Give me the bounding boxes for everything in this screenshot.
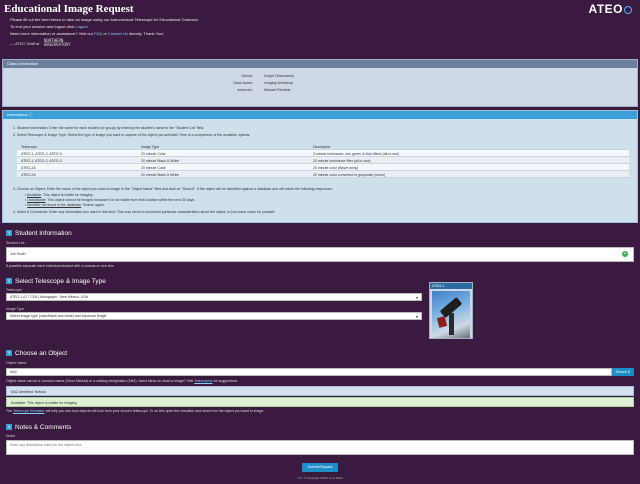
table-header-row: Telescope Image Type Description — [17, 143, 629, 150]
contact-link[interactable]: Contact Us — [108, 31, 128, 36]
telescope-select[interactable]: ATEO-1 (0.7 CDK) Astrograph - New Mexico… — [6, 293, 422, 301]
logo-ring-icon — [624, 5, 632, 14]
page-title: Educational Image Request — [4, 3, 134, 15]
faq-link[interactable]: FAQ — [94, 31, 102, 36]
bullet-unavailable: • Unavailable: This object cannot be ima… — [25, 198, 196, 202]
object-hint: Object name can be a common name (Orion … — [6, 379, 239, 383]
object-name-input[interactable]: M42 — [6, 368, 612, 376]
instructions-panel: Instructions ⓘ 1. Student Information: E… — [2, 110, 638, 223]
thumbnail-title: ATEO-1 — [430, 283, 472, 289]
student-hint: If possible separate each individual stu… — [6, 264, 115, 268]
class-info-panel: Class Information School: Knight Observat… — [2, 59, 638, 107]
logout-link[interactable]: Logout — [75, 24, 87, 29]
footer: f ✆ © Copyright ATEO, LLC 2024 — [0, 476, 640, 480]
add-student-button[interactable]: + — [622, 251, 628, 257]
brand-logo: ATEO — [589, 2, 632, 16]
image-type-label: Image Type — [6, 307, 25, 311]
intro-line-2: To end your session and logout click Log… — [10, 24, 89, 29]
table-row: ATEO-2A 20 minute Black & White 20 minute … — [17, 171, 629, 178]
class-info-heading: Class Information — [3, 60, 637, 68]
bullet-not-found: • Identifier not found in the database: … — [25, 203, 105, 207]
instructions-heading: Instructions ⓘ — [3, 111, 637, 119]
intro-line-3: Need more information or assistance? Vis… — [10, 31, 164, 36]
student-list-label: Student List — [6, 241, 25, 245]
observatory-logo: NORTHERN OBSERVATORY — [44, 38, 71, 47]
object-identified-alert: M42 identified: Nebula — [6, 386, 634, 396]
mount-shape — [449, 313, 454, 335]
telescope-label: Telescope — [6, 288, 22, 292]
object-available-alert: Available: This object is visible for im… — [6, 397, 634, 407]
search-icon: ⚲ — [627, 370, 631, 374]
bullet-available: • Available: This object is visible for … — [25, 193, 94, 197]
tent-shape — [436, 316, 448, 328]
student-section-heading: 1 Student Information — [6, 230, 72, 237]
object-name-label: Object Name — [6, 361, 27, 365]
info-icon: ⓘ — [28, 112, 33, 117]
submit-request-button[interactable]: Submit Request — [302, 463, 338, 472]
image-type-select[interactable]: Select image type (color/black and white… — [6, 312, 422, 320]
instruction-step-4: 4. Notes & Comments: Enter any informati… — [13, 210, 276, 214]
social-icons[interactable]: f ✆ — [297, 476, 301, 480]
telescopius-link[interactable]: Telescopius — [194, 379, 212, 383]
instruction-step-1: 1. Student Information: Enter the name f… — [13, 126, 205, 130]
instruction-step-3: 3. Choose an Object: Enter the name of t… — [13, 187, 333, 191]
student-list-input[interactable]: Joe Smith — [6, 247, 634, 262]
table-row: ATEO-1, ATEO-2, ATEO-3 20 minute Color 3 m… — [17, 150, 629, 157]
notes-label: Notes — [6, 434, 16, 438]
notes-textarea[interactable] — [6, 440, 634, 455]
intro-text: Please fill out the form below to take a… — [10, 16, 199, 37]
search-button[interactable]: Search ⚲ — [612, 368, 634, 376]
simulator-hint: The Telescope Simulator will help you se… — [6, 409, 265, 413]
intro-line-1: Please fill out the form below to take a… — [10, 17, 199, 22]
table-row: ATEO-2A 20 minute Color 20 minute color (B… — [17, 164, 629, 171]
instruction-step-2: 2. Select Telescope & Image Type: Select… — [13, 133, 251, 137]
signature: — ATEO Staff at — [10, 41, 40, 46]
telescope-section-heading: 2 Select Telescope & Image Type — [6, 278, 106, 285]
telescope-photo — [432, 291, 470, 338]
chevron-down-icon: ▾ — [415, 314, 418, 319]
simulator-link[interactable]: Telescope Simulator — [13, 409, 45, 413]
chevron-down-icon: ▾ — [415, 295, 418, 300]
telescope-thumbnail: ATEO-1 — [429, 282, 473, 339]
header: Educational Image Request ATEO Please fi… — [0, 0, 640, 58]
table-row: ATEO-1, ATEO-2, ATEO-3 20 minute Black & … — [17, 157, 629, 164]
copyright: © Copyright ATEO, LLC 2024 — [303, 476, 343, 480]
notes-section-heading: 4 Notes & Comments — [6, 424, 72, 431]
comparison-table: Telescope Image Type Description ATEO-1, A… — [17, 143, 629, 178]
object-section-heading: 3 Choose an Object — [6, 350, 68, 357]
